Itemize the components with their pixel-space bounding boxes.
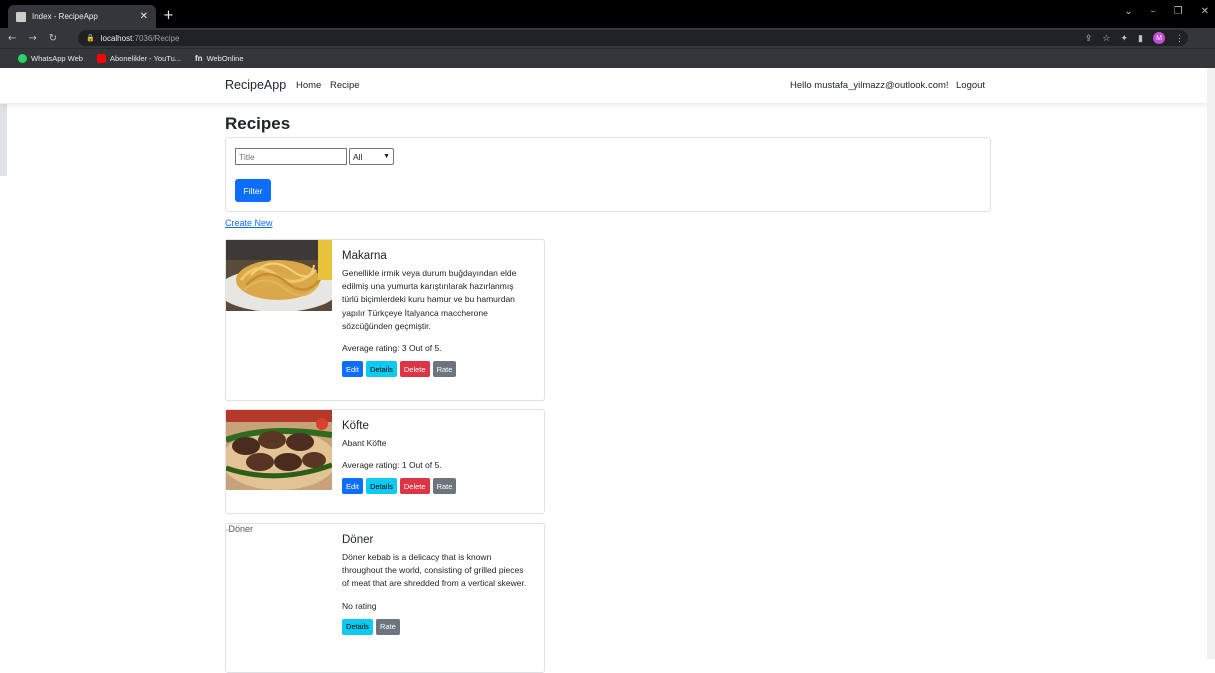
page-icon [16,11,26,22]
bookmark-youtube[interactable]: Abonelikler - YouTu... [96,54,181,63]
recipe-title: Döner [342,534,374,546]
back-icon[interactable]: ← [8,33,16,44]
delete-button[interactable]: Delete [399,478,430,495]
recipe-card: ▫Döner Döner Döner kebab is a delicacy t… [225,523,545,673]
create-new-link[interactable]: Create New [225,218,273,228]
recipe-rating: Average rating: 1 Out of 5. [342,460,442,471]
close-window-icon[interactable]: ✕ [1201,6,1209,17]
edit-button[interactable]: Edit [342,361,363,378]
menu-icon[interactable]: ⋮ [1175,33,1184,44]
restore-icon[interactable]: ❐ [1174,6,1183,17]
site-navbar: RecipeApp Home Recipe Hello mustafa_yilm… [0,68,1207,104]
tab-strip: Index - RecipeApp ✕ + ⌄ – ❐ ✕ [0,0,1215,28]
recipe-card-body: Köfte Abant Köfte Average rating: 1 Out … [342,420,532,495]
recipe-card: Köfte Abant Köfte Average rating: 1 Out … [225,409,545,514]
title-filter-input[interactable] [235,148,347,165]
image-alt-text: Döner [228,524,253,534]
chevron-down-icon[interactable]: ⌄ [1124,6,1132,17]
extensions-icon[interactable]: ✦ [1121,33,1129,44]
broken-image-doner: ▫Döner [226,524,253,534]
bookmarks-bar: WhatsApp Web Abonelikler - YouTu... fn W… [0,48,1215,68]
browser-chrome: Index - RecipeApp ✕ + ⌄ – ❐ ✕ ← → ↻ 🔒 lo… [0,0,1215,68]
nav-recipe-link[interactable]: Recipe [330,80,360,91]
recipe-rating: No rating [342,600,377,611]
logout-link[interactable]: Logout [956,80,985,91]
delete-button[interactable]: Delete [399,361,430,378]
edit-button[interactable]: Edit [342,478,363,495]
filter-button[interactable]: Filter [235,179,271,202]
page-title: Recipes [225,114,291,133]
brand-link[interactable]: RecipeApp [225,78,286,92]
details-button[interactable]: Details [365,478,397,495]
youtube-icon [96,54,106,63]
page-scrollbar[interactable] [1207,68,1215,659]
recipe-description: Abant Köfte [342,438,387,448]
recipe-title: Makarna [342,250,387,262]
category-select[interactable]: All ▼ [349,148,394,165]
category-select-value: All [353,151,363,162]
tab-title: Index - RecipeApp [32,12,98,21]
details-button[interactable]: Details [365,361,397,378]
bookmark-label: WhatsApp Web [31,54,83,63]
rate-button[interactable]: Rate [432,478,457,495]
forward-icon[interactable]: → [28,33,36,44]
window-controls: ⌄ – ❐ ✕ [1124,6,1209,17]
share-icon[interactable]: ⇪ [1085,33,1093,44]
bookmark-whatsapp[interactable]: WhatsApp Web [18,54,83,63]
profile-avatar[interactable]: M [1153,32,1165,44]
chevron-down-icon: ▼ [383,153,390,160]
minimize-icon[interactable]: – [1151,6,1156,17]
recipe-actions: Edit Details Delete Rate [342,361,532,378]
recipe-rating: Average rating: 3 Out of 5. [342,343,442,354]
recipe-card-body: Döner Döner kebab is a delicacy that is … [342,534,532,635]
whatsapp-icon [18,54,27,63]
url-host: localhost [100,33,133,43]
star-icon[interactable]: ☆ [1102,33,1110,44]
rate-button[interactable]: Rate [432,361,457,378]
bookmark-webonline[interactable]: fn WebOnline [195,54,244,63]
webonline-icon: fn [195,54,203,63]
close-icon[interactable]: ✕ [140,11,148,22]
recipe-description: Döner kebab is a delicacy that is known … [342,552,527,589]
recipe-description: Genellikle irmik veya durum buğdayından … [342,268,517,331]
rate-button[interactable]: Rate [375,618,400,635]
bookmark-label: Abonelikler - YouTu... [109,54,181,63]
browser-tab[interactable]: Index - RecipeApp ✕ [8,5,156,28]
recipe-card: Makarna Genellikle irmik veya durum buğd… [225,239,545,401]
recipe-actions: Edit Details Delete Rate [342,478,532,495]
url-field[interactable]: 🔒 localhost :7036/Recipe ⇪ ☆ ✦ ▮ M ⋮ [78,30,1188,46]
new-tab-icon[interactable]: + [163,8,174,23]
bookmark-label: WebOnline [206,54,244,63]
recipe-image-kofte [226,410,332,490]
recipe-image-pasta [226,240,332,311]
recipe-title: Köfte [342,420,369,432]
sidepanel-icon[interactable]: ▮ [1138,33,1143,44]
lock-icon[interactable]: 🔒 [86,34,95,42]
recipe-card-body: Makarna Genellikle irmik veya durum buğd… [342,250,532,378]
recipe-actions: Details Rate [342,618,532,635]
nav-home-link[interactable]: Home [296,80,321,91]
address-bar: ← → ↻ 🔒 localhost :7036/Recipe ⇪ ☆ ✦ ▮ M… [0,28,1215,48]
url-path: :7036/Recipe [132,33,180,43]
details-button[interactable]: Details [342,618,373,635]
reload-icon[interactable]: ↻ [49,33,57,44]
toolbar-icons: ⇪ ☆ ✦ ▮ M ⋮ [1085,30,1184,46]
user-greeting-link[interactable]: Hello mustafa_yilmazz@outlook.com! [790,80,949,91]
filter-form: All ▼ Filter [225,137,991,212]
